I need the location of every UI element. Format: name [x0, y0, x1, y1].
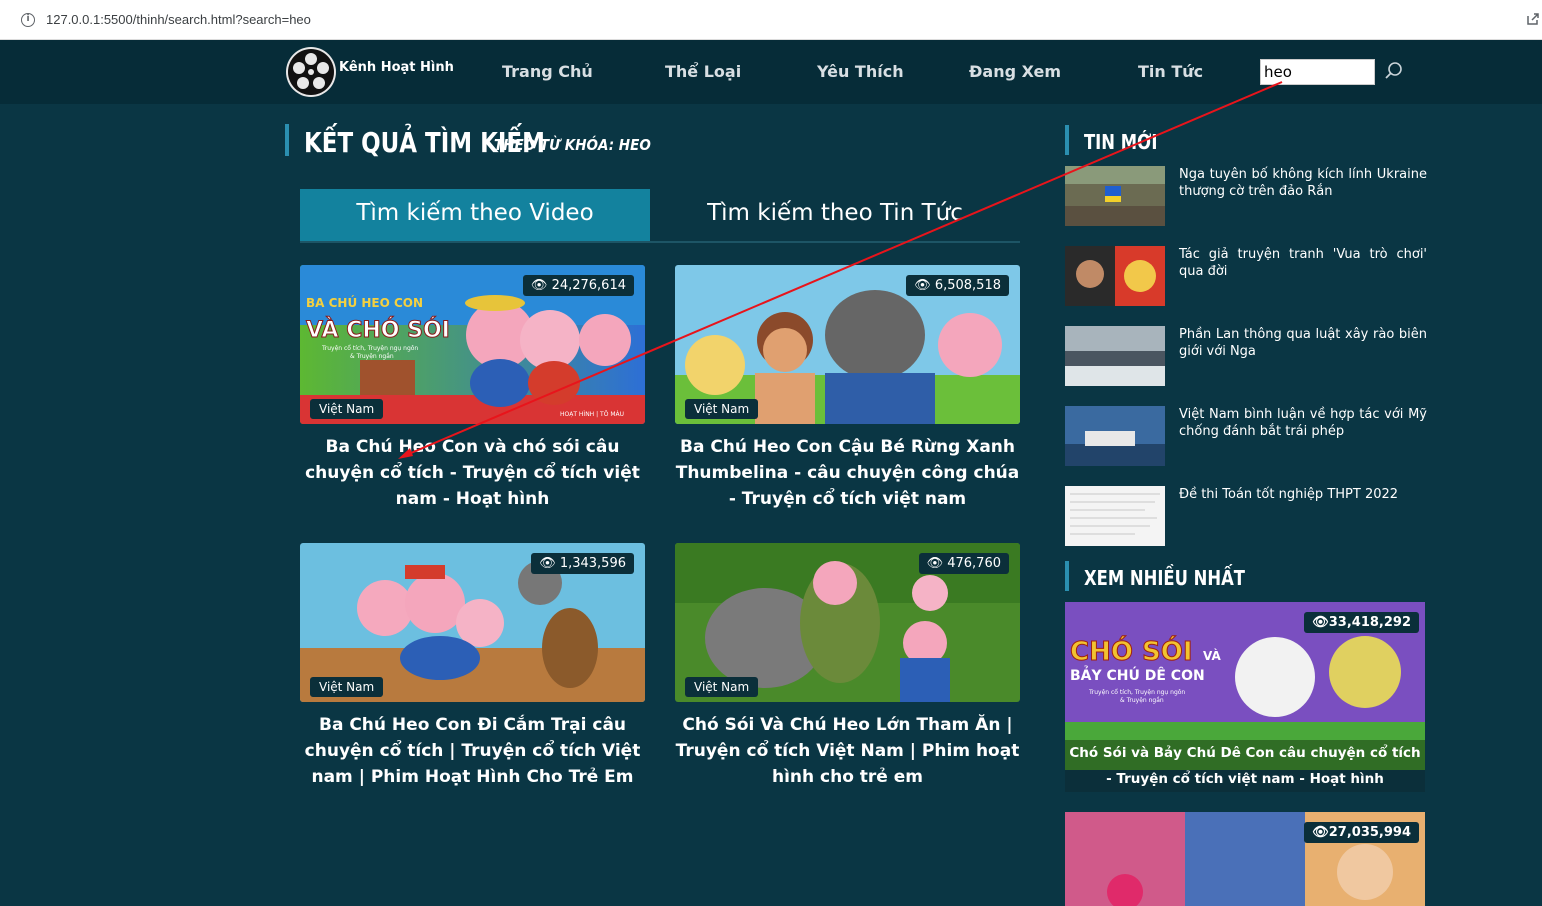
view-count-value: 6,508,518 [934, 278, 1001, 293]
popular-view-count-value: 27,035,994 [1328, 825, 1411, 840]
info-icon[interactable]: i [21, 13, 35, 27]
tabs-divider [300, 241, 1020, 243]
popular-view-count-value: 33,418,292 [1328, 615, 1411, 630]
news-item[interactable]: Nga tuyên bố không kích lính Ukraine thư… [1065, 166, 1430, 226]
news-headline[interactable]: Nga tuyên bố không kích lính Ukraine thư… [1179, 166, 1427, 200]
nav-genres[interactable]: Thể Loại [665, 62, 741, 81]
view-count: 👁 476,760 [918, 553, 1009, 574]
video-card[interactable]: 👁 476,760 Việt Nam Chó Sói Và Chú Heo Lớ… [675, 543, 1020, 790]
view-count-value: 1,343,596 [559, 556, 626, 571]
film-reel-icon [286, 47, 336, 97]
news-item[interactable]: Phần Lan thông qua luật xây rào biên giớ… [1065, 326, 1430, 386]
site-logo[interactable]: Kênh Hoạt Hình [285, 46, 455, 98]
popular-video-card[interactable]: 👁27,035,994 [1065, 812, 1425, 906]
news-item[interactable]: Tác giả truyện tranh 'Vua trò chơi' qua … [1065, 246, 1430, 306]
news-headline[interactable]: Việt Nam bình luận về hợp tác với Mỹ chố… [1179, 406, 1427, 440]
video-thumbnail[interactable]: BA CHÚ HEO CON VÀ CHÓ SÓI Truyện cổ tích… [300, 265, 645, 424]
popular-section-title: XEM NHIỀU NHẤT [1084, 566, 1245, 590]
view-count: 👁 6,508,518 [906, 275, 1009, 296]
country-tag[interactable]: Việt Nam [685, 399, 759, 419]
country-tag[interactable]: Việt Nam [310, 399, 384, 419]
video-title[interactable]: Ba Chú Heo Con Đi Cắm Trại câu chuyện cổ… [300, 712, 645, 790]
video-card[interactable]: 👁 6,508,518 Việt Nam Ba Chú Heo Con Cậu … [675, 265, 1020, 512]
news-item[interactable]: Việt Nam bình luận về hợp tác với Mỹ chố… [1065, 406, 1430, 466]
nav-watching[interactable]: Đang Xem [969, 62, 1061, 81]
news-item[interactable]: Đề thi Toán tốt nghiệp THPT 2022 [1065, 486, 1430, 546]
news-thumbnail[interactable] [1065, 406, 1165, 466]
search-keyword-subtitle: THEO TỪ KHÓA: HEO [494, 136, 651, 154]
thumb-small-line2: & Truyện ngắn [350, 353, 394, 360]
news-headline[interactable]: Đề thi Toán tốt nghiệp THPT 2022 [1179, 486, 1427, 503]
nav-favorites[interactable]: Yêu Thích [817, 62, 904, 81]
thumb-small-line1: Truyện cổ tích, Truyện ngụ ngôn [321, 345, 418, 352]
view-count: 👁 1,343,596 [531, 553, 634, 574]
video-title[interactable]: Ba Chú Heo Con và chó sói câu chuyện cổ … [300, 434, 645, 512]
news-thumbnail[interactable] [1065, 166, 1165, 226]
tab-news-search[interactable]: Tìm kiếm theo Tin Tức [660, 189, 1010, 241]
popular-thumb-line3: BẢY CHÚ DÊ CON [1070, 665, 1205, 684]
news-accent-bar [1065, 125, 1069, 155]
news-thumbnail[interactable] [1065, 246, 1165, 306]
nav-home[interactable]: Trang Chủ [502, 62, 593, 81]
thumb-title-line2: VÀ CHÓ SÓI [306, 317, 450, 343]
view-count: 👁 24,276,614 [522, 275, 634, 296]
popular-thumb-line1: CHÓ SÓI [1070, 635, 1193, 667]
video-title[interactable]: Ba Chú Heo Con Cậu Bé Rừng Xanh Thumbeli… [675, 434, 1020, 512]
thumb-title-line1: BA CHÚ HEO CON [306, 295, 423, 310]
country-tag[interactable]: Việt Nam [310, 677, 384, 697]
view-count-value: 476,760 [947, 556, 1001, 571]
nav-news[interactable]: Tin Tức [1138, 62, 1203, 81]
share-icon[interactable] [1526, 12, 1540, 26]
search-icon[interactable] [1383, 60, 1405, 82]
tab-video-search[interactable]: Tìm kiếm theo Video [300, 189, 650, 241]
browser-address-bar: i 127.0.0.1:5500/thinh/search.html?searc… [0, 0, 1542, 40]
video-card[interactable]: 👁 1,343,596 Việt Nam Ba Chú Heo Con Đi C… [300, 543, 645, 790]
news-section-title: TIN MỚI [1084, 130, 1158, 154]
popular-thumb-small2: & Truyện ngắn [1120, 697, 1164, 704]
thumb-brand: HOẠT HÌNH | TÔ MÀU [560, 411, 624, 418]
video-thumbnail[interactable]: 👁 476,760 Việt Nam [675, 543, 1020, 702]
news-thumbnail[interactable] [1065, 486, 1165, 546]
site-header: Kênh Hoạt Hình Trang Chủ Thể Loại Yêu Th… [0, 40, 1542, 104]
url-text[interactable]: 127.0.0.1:5500/thinh/search.html?search=… [46, 12, 311, 27]
popular-video-title[interactable]: Chó Sói và Bảy Chú Dê Con câu chuyện cổ … [1065, 740, 1425, 792]
popular-view-count: 👁33,418,292 [1304, 612, 1419, 633]
news-headline[interactable]: Tác giả truyện tranh 'Vua trò chơi' qua … [1179, 246, 1427, 280]
popular-accent-bar [1065, 561, 1069, 591]
video-thumbnail[interactable]: 👁 6,508,518 Việt Nam [675, 265, 1020, 424]
search-input[interactable] [1260, 59, 1375, 85]
news-headline[interactable]: Phần Lan thông qua luật xây rào biên giớ… [1179, 326, 1427, 360]
video-title[interactable]: Chó Sói Và Chú Heo Lớn Tham Ăn | Truyện … [675, 712, 1020, 790]
video-card[interactable]: BA CHÚ HEO CON VÀ CHÓ SÓI Truyện cổ tích… [300, 265, 645, 512]
news-thumbnail[interactable] [1065, 326, 1165, 386]
popular-view-count: 👁27,035,994 [1304, 822, 1419, 843]
popular-thumb-line2: VÀ [1203, 648, 1221, 663]
country-tag[interactable]: Việt Nam [685, 677, 759, 697]
title-accent-bar [285, 124, 289, 156]
logo-text: Kênh Hoạt Hình [339, 60, 454, 75]
popular-thumb-small1: Truyện cổ tích, Truyện ngụ ngôn [1088, 689, 1185, 696]
popular-video-card[interactable]: CHÓ SÓI VÀ BẢY CHÚ DÊ CON Truyện cổ tích… [1065, 602, 1425, 792]
view-count-value: 24,276,614 [551, 278, 626, 293]
video-thumbnail[interactable]: 👁 1,343,596 Việt Nam [300, 543, 645, 702]
